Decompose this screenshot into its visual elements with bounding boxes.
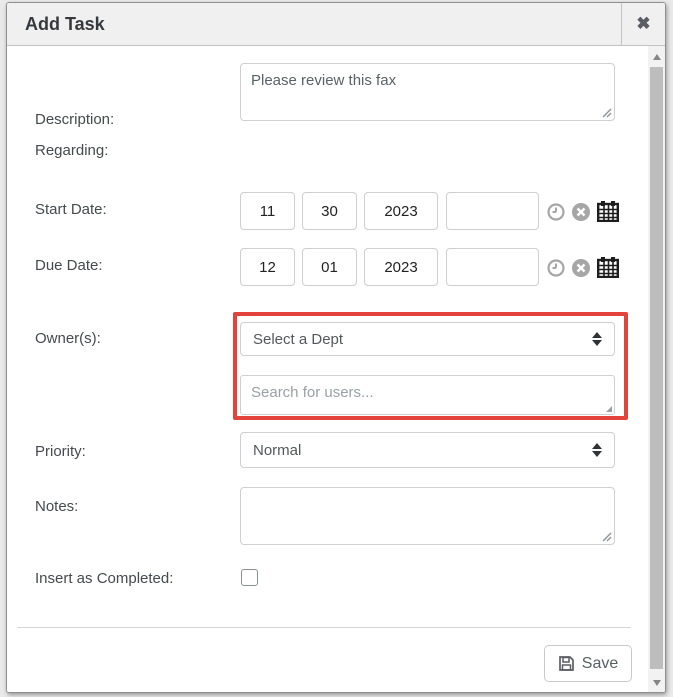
due-date-calendar-button[interactable] bbox=[597, 256, 619, 278]
start-date-label: Start Date: bbox=[35, 201, 107, 218]
start-time-input[interactable] bbox=[446, 192, 539, 230]
priority-select-value: Normal bbox=[253, 442, 592, 459]
notes-label: Notes: bbox=[35, 498, 78, 515]
insert-completed-checkbox[interactable] bbox=[241, 569, 258, 586]
description-input[interactable]: Please review this fax bbox=[240, 63, 615, 121]
scrollbar-thumb[interactable] bbox=[650, 67, 663, 669]
close-button[interactable]: ✖ bbox=[621, 3, 665, 45]
clock-icon bbox=[547, 259, 565, 277]
save-floppy-icon bbox=[558, 655, 575, 672]
save-button-label: Save bbox=[582, 655, 618, 673]
due-day-input[interactable] bbox=[302, 248, 357, 286]
regarding-label: Regarding: bbox=[35, 142, 108, 159]
calendar-icon bbox=[597, 256, 619, 278]
select-updown-icon bbox=[592, 443, 602, 457]
dept-select[interactable]: Select a Dept bbox=[240, 322, 615, 356]
start-date-calendar-button[interactable] bbox=[597, 200, 619, 222]
add-task-dialog: Add Task ✖ Description: Please review th… bbox=[6, 2, 666, 693]
priority-label: Priority: bbox=[35, 443, 86, 460]
due-time-picker-button[interactable] bbox=[547, 259, 565, 277]
scroll-up-arrow-icon[interactable] bbox=[648, 48, 665, 65]
due-year-input[interactable] bbox=[364, 248, 438, 286]
resize-grip-icon[interactable] bbox=[601, 531, 612, 542]
resize-grip-icon[interactable] bbox=[601, 107, 612, 118]
user-search-input[interactable] bbox=[240, 375, 615, 415]
owners-label: Owner(s): bbox=[35, 330, 101, 347]
start-month-input[interactable] bbox=[240, 192, 295, 230]
footer-divider bbox=[17, 627, 631, 628]
dialog-title: Add Task bbox=[7, 14, 105, 35]
due-time-input[interactable] bbox=[446, 248, 539, 286]
notes-input[interactable] bbox=[240, 487, 615, 545]
start-date-clear-button[interactable] bbox=[572, 203, 590, 221]
select-updown-icon bbox=[592, 332, 602, 346]
clear-circle-icon bbox=[572, 259, 590, 277]
vertical-scrollbar[interactable] bbox=[648, 46, 665, 693]
start-day-input[interactable] bbox=[302, 192, 357, 230]
clock-icon bbox=[547, 203, 565, 221]
priority-select[interactable]: Normal bbox=[240, 432, 615, 468]
due-date-clear-button[interactable] bbox=[572, 259, 590, 277]
dialog-body: Description: Please review this fax Rega… bbox=[7, 46, 665, 693]
description-label: Description: bbox=[35, 111, 114, 128]
scroll-down-arrow-icon[interactable] bbox=[648, 674, 665, 691]
resize-grip-icon[interactable] bbox=[605, 405, 613, 413]
start-year-input[interactable] bbox=[364, 192, 438, 230]
start-time-picker-button[interactable] bbox=[547, 203, 565, 221]
insert-completed-label: Insert as Completed: bbox=[35, 570, 173, 587]
due-date-label: Due Date: bbox=[35, 257, 103, 274]
clear-circle-icon bbox=[572, 203, 590, 221]
close-icon: ✖ bbox=[636, 14, 650, 34]
due-month-input[interactable] bbox=[240, 248, 295, 286]
calendar-icon bbox=[597, 200, 619, 222]
dept-select-value: Select a Dept bbox=[253, 331, 592, 348]
dialog-header: Add Task ✖ bbox=[7, 3, 665, 46]
save-button[interactable]: Save bbox=[544, 645, 632, 682]
